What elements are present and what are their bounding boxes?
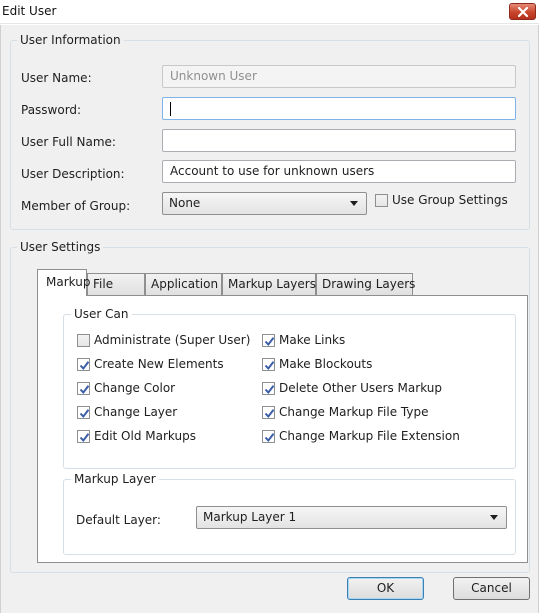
permission-checkbox[interactable]: Change Markup File Extension xyxy=(262,428,460,444)
chevron-down-icon xyxy=(490,515,498,520)
permission-label: Make Links xyxy=(279,333,346,347)
full-name-field[interactable] xyxy=(162,129,516,152)
close-button[interactable] xyxy=(509,3,536,20)
permission-checkbox[interactable]: Change Layer xyxy=(77,404,177,420)
user-description-field[interactable]: Account to use for unknown users xyxy=(162,160,516,183)
checkbox-box[interactable] xyxy=(262,333,275,347)
cancel-button[interactable]: Cancel xyxy=(453,577,530,600)
checkbox-box[interactable] xyxy=(262,357,275,371)
user-name-field[interactable]: Unknown User xyxy=(162,65,516,88)
permission-checkbox[interactable]: Change Color xyxy=(77,380,175,396)
member-of-group-label: Member of Group: xyxy=(21,199,131,213)
default-layer-select[interactable]: Markup Layer 1 xyxy=(196,506,507,529)
checkmark-icon xyxy=(79,384,90,394)
permission-label: Create New Elements xyxy=(94,357,224,371)
checkmark-icon xyxy=(79,360,90,370)
user-information-title: User Information xyxy=(17,33,124,47)
use-group-settings-label: Use Group Settings xyxy=(392,193,508,207)
checkmark-icon xyxy=(264,384,275,394)
checkbox-box[interactable] xyxy=(77,333,90,347)
user-name-label: User Name: xyxy=(21,71,92,85)
password-field[interactable] xyxy=(162,97,516,120)
checkbox-box[interactable] xyxy=(375,193,388,207)
checkbox-box[interactable] xyxy=(262,381,275,395)
permission-checkbox[interactable]: Change Markup File Type xyxy=(262,404,428,420)
checkmark-icon xyxy=(264,432,275,442)
checkmark-icon xyxy=(264,408,275,418)
close-icon xyxy=(518,7,528,17)
permission-checkbox[interactable]: Edit Old Markups xyxy=(77,428,196,444)
permission-checkbox[interactable]: Administrate (Super User) xyxy=(77,332,250,348)
tab-markup[interactable]: Markup xyxy=(37,269,90,296)
tab-markup-layers[interactable]: Markup Layers xyxy=(222,273,316,295)
ok-button[interactable]: OK xyxy=(347,577,424,600)
member-of-group-select[interactable]: None xyxy=(162,192,367,215)
window-title: Edit User xyxy=(2,4,57,18)
permission-checkbox[interactable]: Make Links xyxy=(262,332,345,348)
permission-label: Change Layer xyxy=(94,405,178,419)
tab-drawing-layers[interactable]: Drawing Layers xyxy=(316,273,415,295)
permission-checkbox[interactable]: Make Blockouts xyxy=(262,356,372,372)
checkbox-box[interactable] xyxy=(77,381,90,395)
checkmark-icon xyxy=(79,432,90,442)
chevron-down-icon xyxy=(350,201,358,206)
text-caret xyxy=(170,101,171,116)
title-bar[interactable]: Edit User xyxy=(0,0,539,24)
permission-label: Edit Old Markups xyxy=(94,429,196,443)
default-layer-value: Markup Layer 1 xyxy=(203,510,297,524)
permission-label: Change Color xyxy=(94,381,176,395)
markup-layer-title: Markup Layer xyxy=(71,472,159,486)
edit-user-dialog: Edit User User Information User Name: Un… xyxy=(0,0,539,613)
use-group-settings-checkbox[interactable]: Use Group Settings xyxy=(375,192,508,208)
permission-label: Make Blockouts xyxy=(279,357,373,371)
permission-checkbox[interactable]: Create New Elements xyxy=(77,356,224,372)
user-description-label: User Description: xyxy=(21,167,125,181)
dialog-body: User Information User Name: Unknown User… xyxy=(0,25,539,613)
full-name-label: User Full Name: xyxy=(21,135,116,149)
checkmark-icon xyxy=(79,408,90,418)
member-of-group-value: None xyxy=(169,196,201,210)
permission-label: Administrate (Super User) xyxy=(94,333,251,347)
checkbox-box[interactable] xyxy=(77,429,90,443)
checkbox-box[interactable] xyxy=(262,429,275,443)
tab-file[interactable]: File xyxy=(87,273,145,295)
user-can-title: User Can xyxy=(71,307,132,321)
tab-application[interactable]: Application xyxy=(145,273,222,295)
checkbox-box[interactable] xyxy=(262,405,275,419)
default-layer-label: Default Layer: xyxy=(76,513,161,527)
permission-checkbox[interactable]: Delete Other Users Markup xyxy=(262,380,442,396)
checkbox-box[interactable] xyxy=(77,405,90,419)
checkbox-box[interactable] xyxy=(77,357,90,371)
user-settings-title: User Settings xyxy=(17,240,104,254)
markup-tab-panel: User Can Administrate (Super User) Create… xyxy=(37,295,528,563)
checkmark-icon xyxy=(264,336,275,346)
checkmark-icon xyxy=(264,360,275,370)
permission-label: Change Markup File Type xyxy=(279,405,429,419)
password-label: Password: xyxy=(21,103,82,117)
permission-label: Change Markup File Extension xyxy=(279,429,460,443)
permission-label: Delete Other Users Markup xyxy=(279,381,442,395)
